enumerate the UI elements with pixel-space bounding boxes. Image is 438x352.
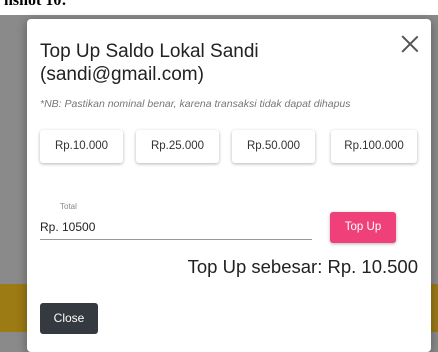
modal-title: Top Up Saldo Lokal Sandi (sandi@gmail.co…	[40, 41, 259, 85]
topup-button[interactable]: Top Up	[330, 212, 396, 243]
page-caption-text: nshot 10:	[4, 0, 67, 9]
topup-summary: Top Up sebesar: Rp. 10.500	[187, 256, 418, 277]
close-icon[interactable]	[401, 35, 419, 53]
amount-button-50000[interactable]: Rp.50.000	[232, 130, 315, 163]
topup-modal: Top Up Saldo Lokal Sandi (sandi@gmail.co…	[27, 19, 431, 352]
amount-button-10000[interactable]: Rp.10.000	[40, 130, 123, 163]
warning-note: *NB: Pastikan nominal benar, karena tran…	[40, 98, 351, 110]
total-input[interactable]	[40, 215, 312, 240]
close-button[interactable]: Close	[40, 303, 98, 334]
amount-button-100000[interactable]: Rp.100.000	[331, 130, 417, 163]
total-field-label: Total	[60, 202, 77, 211]
page-caption: nshot 10:	[0, 0, 438, 15]
amount-button-25000[interactable]: Rp.25.000	[136, 130, 219, 163]
